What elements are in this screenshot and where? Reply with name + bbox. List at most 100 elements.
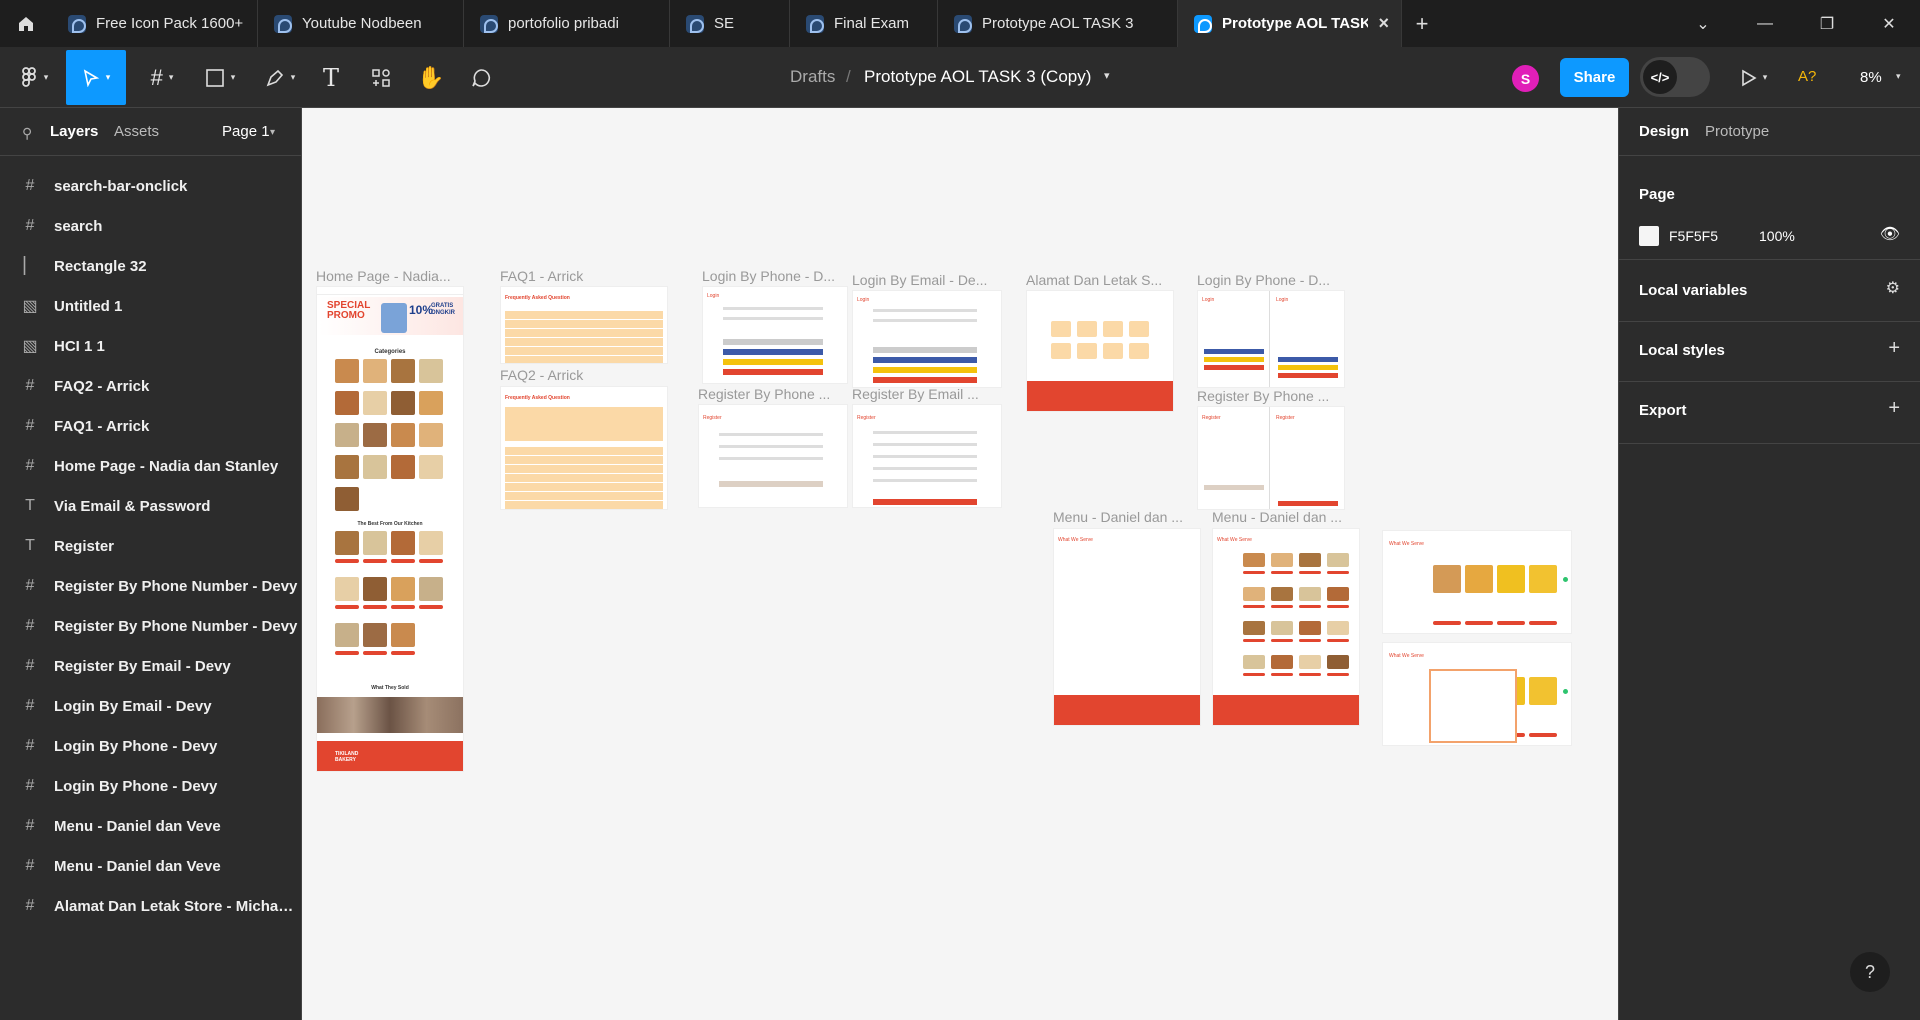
tab-prototype[interactable]: Prototype	[1705, 123, 1769, 140]
layer-item[interactable]: # Menu - Daniel dan Veve	[0, 846, 301, 886]
layer-item[interactable]: ▧ Untitled 1	[0, 286, 301, 326]
help-button[interactable]: ?	[1850, 952, 1890, 992]
frame-faq2[interactable]: Frequently Asked Question	[500, 386, 668, 510]
text-tool-button[interactable]: T	[316, 50, 346, 105]
chevron-down-icon[interactable]: ⌄	[1672, 0, 1734, 47]
layer-item[interactable]: # Login By Phone - Devy	[0, 766, 301, 806]
share-button[interactable]: Share	[1560, 58, 1629, 97]
tab-5[interactable]: Prototype AOL TASK 3	[938, 0, 1178, 47]
new-tab-button[interactable]: +	[1402, 0, 1442, 47]
layer-item[interactable]: ▏ Rectangle 32	[0, 246, 301, 286]
tab-6-active[interactable]: Prototype AOL TASK 3 (Copy) ×	[1178, 0, 1402, 47]
frame-label-menu-2[interactable]: Menu - Daniel dan ...	[1212, 509, 1342, 525]
image-icon: ▧	[22, 298, 38, 315]
tab-assets[interactable]: Assets	[114, 123, 159, 140]
tab-design[interactable]: Design	[1639, 123, 1689, 140]
present-button[interactable]: ▾	[1732, 50, 1776, 105]
layer-item[interactable]: # Login By Email - Devy	[0, 686, 301, 726]
tab-2[interactable]: portofolio pribadi	[464, 0, 670, 47]
frame-icon: #	[25, 377, 35, 394]
tab-layers[interactable]: Layers	[50, 123, 98, 140]
frame-label-home[interactable]: Home Page - Nadia...	[316, 268, 451, 284]
page-color-swatch[interactable]	[1639, 226, 1659, 246]
design-canvas[interactable]: Home Page - Nadia... FAQ1 - Arrick FAQ2 …	[302, 108, 1618, 1020]
avatar[interactable]: S	[1512, 65, 1539, 92]
product-price-tag	[419, 559, 443, 563]
main-menu-button[interactable]: ▾	[14, 50, 56, 105]
add-export-icon[interactable]: +	[1888, 397, 1900, 420]
tab-3[interactable]: SE	[670, 0, 790, 47]
frame-home-page[interactable]: SPECIAL PROMO 10% GRATIS ONGKIR Categori…	[316, 286, 464, 772]
frame-login-phone-1[interactable]: Login	[702, 286, 848, 384]
frame-label-login-email[interactable]: Login By Email - De...	[852, 272, 987, 288]
file-menu-chevron-icon[interactable]: ▾	[1104, 69, 1110, 82]
layer-item[interactable]: # search	[0, 206, 301, 246]
frame-tool-button[interactable]: # ▾	[140, 50, 184, 105]
faq-row	[505, 456, 663, 464]
layer-item[interactable]: # Register By Phone Number - Devy	[0, 606, 301, 646]
zoom-level[interactable]: 8%	[1860, 69, 1882, 86]
frame-label-faq2[interactable]: FAQ2 - Arrick	[500, 367, 583, 383]
tab-0[interactable]: Free Icon Pack 1600+ icon	[52, 0, 258, 47]
frame-menu-2[interactable]: What We Serve	[1212, 528, 1360, 726]
frame-login-phone-2[interactable]: Login Login	[1197, 290, 1345, 388]
layer-item[interactable]: # search-bar-onclick	[0, 166, 301, 206]
chevron-down-icon[interactable]: ▾	[270, 127, 275, 138]
frame-label-login-phone-1[interactable]: Login By Phone - D...	[702, 268, 835, 284]
layer-item[interactable]: # FAQ1 - Arrick	[0, 406, 301, 446]
page-opacity[interactable]: 100%	[1759, 228, 1795, 244]
layer-item[interactable]: # Alamat Dan Letak Store - Michael ...	[0, 886, 301, 926]
close-window-icon[interactable]: ✕	[1858, 0, 1920, 47]
move-tool-button[interactable]: ▾	[66, 50, 126, 105]
layer-item[interactable]: # Menu - Daniel dan Veve	[0, 806, 301, 846]
frame-label-faq1[interactable]: FAQ1 - Arrick	[500, 268, 583, 284]
layer-item[interactable]: # Register By Phone Number - Devy	[0, 566, 301, 606]
close-tab-icon[interactable]: ×	[1378, 13, 1389, 34]
frame-label-register-phone-2[interactable]: Register By Phone ...	[1197, 388, 1329, 404]
hand-tool-button[interactable]: ✋	[416, 50, 446, 105]
frame-register-phone-2[interactable]: Register Register	[1197, 406, 1345, 510]
frame-label-register-email[interactable]: Register By Email ...	[852, 386, 979, 402]
tab-4[interactable]: Final Exam	[790, 0, 938, 47]
zoom-chevron-icon[interactable]: ▾	[1896, 71, 1901, 82]
layer-name: search	[54, 217, 103, 235]
breadcrumb-drafts[interactable]: Drafts	[790, 67, 835, 87]
layer-item[interactable]: # FAQ2 - Arrick	[0, 366, 301, 406]
dev-mode-toggle[interactable]: </>	[1640, 57, 1710, 97]
frame-label-menu-1[interactable]: Menu - Daniel dan ...	[1053, 509, 1183, 525]
layer-item[interactable]: # Register By Email - Devy	[0, 646, 301, 686]
search-icon[interactable]: ⚲	[22, 125, 32, 142]
home-icon[interactable]	[0, 0, 52, 47]
frame-search[interactable]: What We Serve	[1382, 530, 1572, 634]
input-line	[873, 309, 977, 312]
frame-label-register-phone-1[interactable]: Register By Phone ...	[698, 386, 830, 402]
pen-tool-button[interactable]: ▾	[258, 50, 302, 105]
add-style-icon[interactable]: +	[1888, 337, 1900, 360]
layer-item[interactable]: # Home Page - Nadia dan Stanley	[0, 446, 301, 486]
layer-item[interactable]: T Via Email & Password	[0, 486, 301, 526]
tab-1[interactable]: Youtube Nodbeen	[258, 0, 464, 47]
frame-register-email[interactable]: Register	[852, 404, 1002, 508]
restore-icon[interactable]: ❐	[1796, 0, 1858, 47]
eye-icon[interactable]: 👁	[1880, 224, 1900, 244]
layer-item[interactable]: # Login By Phone - Devy	[0, 726, 301, 766]
frame-menu-1[interactable]: What We Serve	[1053, 528, 1201, 726]
comment-tool-button[interactable]	[466, 50, 496, 105]
page-selector[interactable]: Page 1	[222, 123, 270, 140]
missing-fonts-indicator[interactable]: A?	[1798, 68, 1816, 85]
resources-button[interactable]	[366, 50, 396, 105]
shape-tool-button[interactable]: ▾	[198, 50, 242, 105]
frame-register-phone-1[interactable]: Register	[698, 404, 848, 508]
minimize-icon[interactable]: —	[1734, 0, 1796, 47]
page-color-hex[interactable]: F5F5F5	[1669, 228, 1718, 244]
frame-search-bar-onclick[interactable]: What We Serve	[1382, 642, 1572, 746]
layer-item[interactable]: T Register	[0, 526, 301, 566]
layer-item[interactable]: ▧ HCI 1 1	[0, 326, 301, 366]
frame-label-alamat[interactable]: Alamat Dan Letak S...	[1026, 272, 1162, 288]
file-title[interactable]: Prototype AOL TASK 3 (Copy)	[864, 67, 1091, 87]
variables-settings-icon[interactable]: ⚙	[1886, 278, 1900, 298]
frame-alamat[interactable]	[1026, 290, 1174, 412]
frame-faq1[interactable]: Frequently Asked Question	[500, 286, 668, 364]
frame-login-email[interactable]: Login	[852, 290, 1002, 388]
frame-label-login-phone-2[interactable]: Login By Phone - D...	[1197, 272, 1330, 288]
